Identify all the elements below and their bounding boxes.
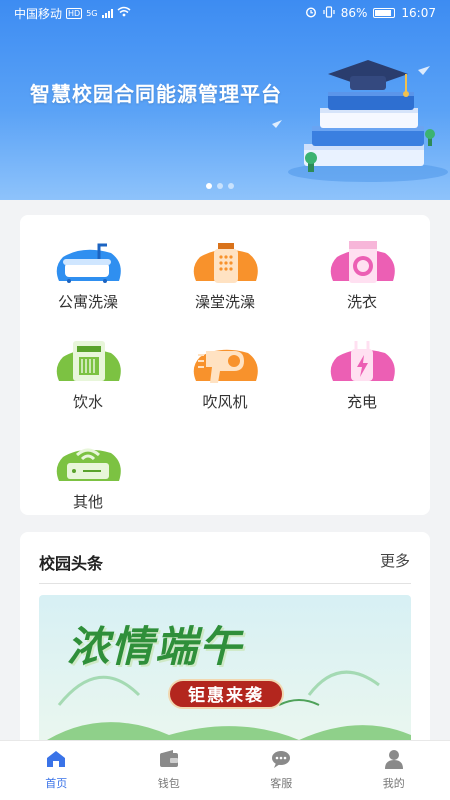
bathtub-icon bbox=[56, 243, 121, 283]
home-icon bbox=[47, 751, 66, 767]
banner-pagination[interactable] bbox=[206, 183, 234, 189]
shower-icon bbox=[193, 243, 258, 283]
wallet-icon bbox=[159, 750, 178, 767]
service-bathhouse-bath[interactable]: 澡堂洗澡 bbox=[170, 237, 280, 312]
service-apartment-bath[interactable]: 公寓洗澡 bbox=[33, 237, 143, 312]
service-label: 充电 bbox=[346, 393, 377, 411]
service-other[interactable]: 其他 bbox=[33, 437, 143, 512]
status-bar: 中国移动 HD 5G 86% 16:07 bbox=[0, 0, 450, 26]
divider bbox=[39, 583, 411, 584]
tab-profile[interactable]: 我的 bbox=[338, 741, 450, 800]
tab-label: 我的 bbox=[382, 777, 405, 790]
tab-home[interactable]: 首页 bbox=[0, 741, 113, 800]
washing-machine-icon bbox=[330, 241, 395, 283]
campus-news-card: 校园头条 更多 浓情端午 钜惠来袭 bbox=[20, 532, 430, 772]
banner-dot[interactable] bbox=[228, 183, 234, 189]
tab-label: 钱包 bbox=[157, 777, 180, 790]
section-title: 校园头条 bbox=[39, 554, 104, 573]
service-label: 公寓洗澡 bbox=[57, 293, 118, 311]
hair-dryer-icon bbox=[193, 349, 258, 383]
more-link[interactable]: 更多 bbox=[380, 550, 410, 571]
chat-icon bbox=[272, 751, 291, 768]
battery-icon bbox=[373, 8, 396, 18]
service-label: 吹风机 bbox=[202, 393, 248, 411]
service-charging[interactable]: 充电 bbox=[307, 337, 417, 412]
carrier-label: 中国移动 bbox=[14, 6, 63, 21]
alarm-icon bbox=[305, 6, 317, 21]
network-badge: HD bbox=[66, 7, 83, 19]
vibrate-icon bbox=[323, 5, 335, 21]
service-label: 饮水 bbox=[72, 393, 103, 411]
service-label: 澡堂洗澡 bbox=[194, 293, 255, 311]
wifi-icon bbox=[117, 6, 131, 20]
news-banner-badge: 钜惠来袭 bbox=[168, 679, 284, 709]
service-hair-dryer[interactable]: 吹风机 bbox=[170, 337, 280, 412]
service-label: 洗衣 bbox=[346, 293, 377, 311]
news-banner-headline: 浓情端午 bbox=[67, 622, 244, 671]
home-banner[interactable]: 中国移动 HD 5G 86% 16:07 智慧校园合同能源管理平台 bbox=[0, 0, 450, 200]
clock-time: 16:07 bbox=[401, 6, 436, 20]
service-drinking-water[interactable]: 饮水 bbox=[33, 337, 143, 412]
water-dispenser-icon bbox=[56, 341, 121, 381]
bottom-tab-bar: 首页 钱包 客服 我的 bbox=[0, 740, 450, 800]
network-type: 5G bbox=[86, 8, 98, 18]
tab-customer-service[interactable]: 客服 bbox=[225, 741, 338, 800]
service-laundry[interactable]: 洗衣 bbox=[307, 237, 417, 312]
battery-percent: 86% bbox=[340, 6, 368, 20]
service-label: 其他 bbox=[72, 493, 103, 511]
tab-wallet[interactable]: 钱包 bbox=[113, 741, 226, 800]
tab-label: 客服 bbox=[270, 777, 293, 790]
tab-label: 首页 bbox=[45, 777, 68, 790]
banner-title: 智慧校园合同能源管理平台 bbox=[30, 82, 282, 106]
services-card: 公寓洗澡 澡堂洗澡 洗衣 饮水 吹风机 充电 其他 bbox=[20, 215, 430, 515]
books-graduation-cap-illustration bbox=[268, 40, 448, 194]
charging-icon bbox=[330, 341, 395, 381]
banner-dot-active[interactable] bbox=[206, 183, 212, 189]
user-icon bbox=[384, 750, 403, 769]
banner-dot[interactable] bbox=[217, 183, 223, 189]
signal-icon bbox=[101, 8, 113, 18]
router-icon bbox=[56, 448, 121, 481]
